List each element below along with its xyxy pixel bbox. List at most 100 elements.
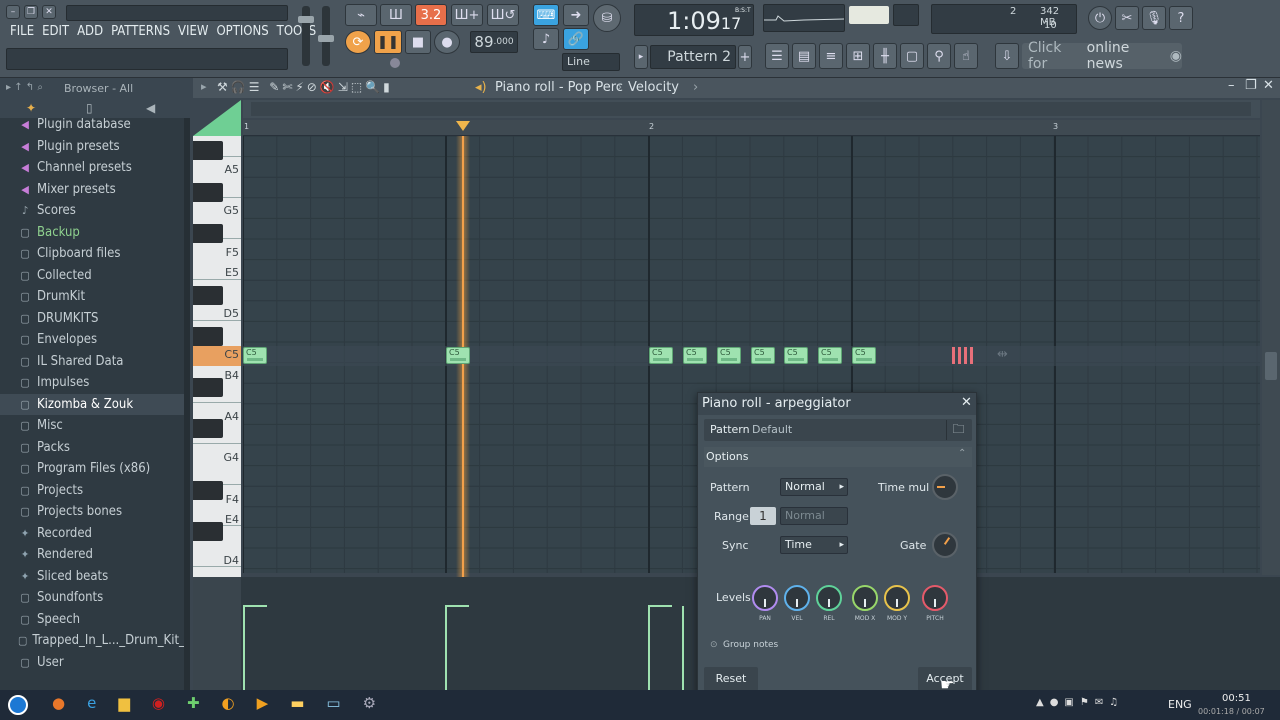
record-button[interactable]: ● <box>434 30 460 54</box>
file-icon[interactable]: ▯ <box>86 101 93 115</box>
group-notes-checkbox[interactable]: ⊙ <box>710 640 718 650</box>
snap-select[interactable]: Line <box>562 53 620 71</box>
browser-item[interactable]: ▢ Soundfonts <box>0 587 190 608</box>
master-pitch-handle[interactable] <box>318 35 334 42</box>
browser-item[interactable]: ▢ Impulses <box>0 372 190 393</box>
level-knob-mod-y[interactable] <box>884 585 910 611</box>
browser-item[interactable]: ▢ Collected <box>0 265 190 286</box>
master-volume-handle[interactable] <box>298 16 314 23</box>
song-position-display[interactable]: 1:09 17 B:S:T <box>634 4 754 36</box>
language-indicator[interactable]: ENG <box>1168 698 1192 711</box>
note[interactable]: C5 <box>751 347 775 364</box>
media-player-icon[interactable]: ▶ <box>257 694 269 712</box>
piano-roll-target[interactable]: Velocity <box>628 80 679 95</box>
browser-item[interactable]: ▢ Backup <box>0 222 190 243</box>
channel-rack-icon[interactable]: ▤ <box>792 43 816 69</box>
browser-nav-icons[interactable]: ▸ ↑ ↰ ⌕ <box>6 82 43 93</box>
gate-knob[interactable] <box>932 532 958 558</box>
time-mul-knob[interactable] <box>932 474 958 500</box>
velocity-bar[interactable] <box>243 606 245 690</box>
speaker-icon[interactable]: ◀ <box>146 101 155 115</box>
black-key[interactable] <box>193 327 223 346</box>
multilink-icon[interactable]: ⛁ <box>593 4 621 32</box>
black-key[interactable] <box>193 183 223 202</box>
browser-scrollbar[interactable] <box>184 118 190 690</box>
pattern-selector[interactable]: Pattern 2 <box>650 45 736 69</box>
countdown-icon[interactable]: 3.2 <box>415 4 447 26</box>
black-key[interactable] <box>193 522 223 541</box>
browser-item[interactable]: ▢ IL Shared Data <box>0 351 190 372</box>
note[interactable]: C5 <box>818 347 842 364</box>
browser-item[interactable]: ▢ Trapped_In_L..._Drum_Kit_V1 <box>0 630 190 651</box>
playhead-marker-icon[interactable] <box>456 121 470 131</box>
level-knob-rel[interactable] <box>816 585 842 611</box>
settings-icon[interactable]: ⚙ <box>363 694 376 712</box>
cut-icon[interactable]: ✂ <box>1115 6 1139 30</box>
add-to-browser-icon[interactable]: ✦ <box>26 101 36 115</box>
level-knob-mod-x[interactable] <box>852 585 878 611</box>
piano-roll-menu-icon[interactable]: ▸ <box>201 80 207 93</box>
clock[interactable]: 00:51 <box>1222 693 1251 704</box>
black-key[interactable] <box>193 481 223 500</box>
browser-item[interactable]: ✦ Rendered <box>0 544 190 565</box>
menu-add[interactable]: ADD <box>77 24 103 39</box>
download-icon[interactable]: ⇩ <box>995 43 1019 69</box>
wait-input-icon[interactable]: Ш <box>380 4 412 26</box>
browser-item[interactable]: ▢ User <box>0 652 190 673</box>
black-key[interactable] <box>193 141 223 160</box>
record-app-icon[interactable]: ◉ <box>152 694 165 712</box>
browser-item[interactable]: ▢ Projects bones <box>0 501 190 522</box>
browser-item[interactable]: ▢ Clipboard files <box>0 243 190 264</box>
power-icon[interactable]: ⏻ <box>1088 6 1112 30</box>
black-key[interactable] <box>193 378 223 397</box>
browser-item[interactable]: ◀ Plugin database <box>0 118 190 135</box>
playlist-icon[interactable]: ☰ <box>765 43 789 69</box>
horizontal-scrollbar[interactable] <box>243 100 1260 118</box>
folder-icon[interactable]: ▬ <box>290 694 304 712</box>
browser-item[interactable]: ▢ Speech <box>0 609 190 630</box>
browser-item[interactable]: ▢ DrumKit <box>0 286 190 307</box>
start-icon[interactable] <box>8 695 28 715</box>
sync-dropdown[interactable]: Time ▸ <box>780 536 848 554</box>
range-stepper[interactable]: 1 <box>750 507 776 525</box>
explorer-icon[interactable]: ▆ <box>118 694 130 712</box>
menu-options[interactable]: OPTIONS <box>216 24 268 39</box>
fl-studio-icon[interactable]: ◐ <box>222 694 235 712</box>
online-news-button[interactable]: Click for online news ◉ <box>1022 40 1182 72</box>
vertical-scrollbar[interactable] <box>1262 100 1280 575</box>
touch-controller-icon[interactable]: ☝ <box>954 43 978 69</box>
options-header[interactable]: Options ⌃ <box>704 447 972 467</box>
step-sequencer-icon[interactable]: ⊞ <box>846 43 870 69</box>
note[interactable]: C5 <box>852 347 876 364</box>
scrollbar-track[interactable] <box>251 102 1251 116</box>
tempo-display[interactable]: 89.000 <box>470 31 518 53</box>
preset-value[interactable]: Default <box>752 423 792 436</box>
stop-button[interactable]: ■ <box>405 30 431 54</box>
note[interactable]: C5 <box>717 347 741 364</box>
level-knob-vel[interactable] <box>784 585 810 611</box>
menu-patterns[interactable]: PATTERNS <box>111 24 170 39</box>
speaker-icon[interactable]: ◂) <box>475 80 487 95</box>
browser-item[interactable]: ▢ Projects <box>0 480 190 501</box>
ie-icon[interactable]: e <box>87 694 96 712</box>
help-icon[interactable]: ? <box>1169 6 1193 30</box>
app-icon[interactable]: ✚ <box>187 694 200 712</box>
browser-item[interactable]: ✦ Recorded <box>0 523 190 544</box>
level-knob-pan[interactable] <box>752 585 778 611</box>
note[interactable]: C5 <box>649 347 673 364</box>
velocity-bar[interactable] <box>682 606 684 690</box>
pr-maximize-icon[interactable]: ❐ <box>1245 78 1257 93</box>
microphone-icon[interactable]: 🎙 <box>1142 6 1166 30</box>
firefox-icon[interactable]: ● <box>52 694 65 712</box>
vertical-scroll-thumb[interactable] <box>1265 352 1277 380</box>
menu-tools[interactable]: TOOLS <box>277 24 317 39</box>
metronome-icon[interactable]: ⌁ <box>345 4 377 26</box>
menu-edit[interactable]: EDIT <box>42 24 69 39</box>
browser-item[interactable]: ▢ Program Files (x86) <box>0 458 190 479</box>
pr-minimize-icon[interactable]: – <box>1228 78 1235 93</box>
loop-record-icon[interactable]: Ш↺ <box>487 4 519 26</box>
pattern-prev-icon[interactable]: ▸ <box>634 45 648 69</box>
piano-roll-icon[interactable]: ≡ <box>819 43 843 69</box>
restore-icon[interactable]: ❐ <box>24 5 38 19</box>
note-tool-icon[interactable]: ♪ <box>533 28 559 50</box>
